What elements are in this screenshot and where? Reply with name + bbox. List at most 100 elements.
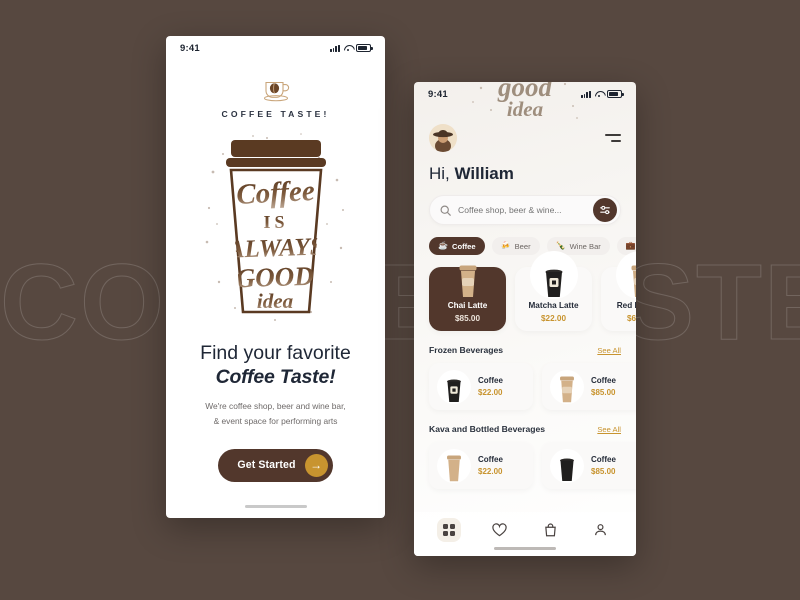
signal-icon bbox=[329, 44, 340, 52]
phone-home-screen: good idea 9:41 Hi, William Coffee shop, … bbox=[414, 82, 636, 556]
product-name: Coffee bbox=[591, 455, 616, 464]
black-cup-icon bbox=[560, 458, 574, 481]
search-icon bbox=[440, 205, 451, 216]
black-cup-image bbox=[437, 369, 471, 404]
list-item[interactable]: Coffee $85.00 bbox=[542, 442, 636, 489]
battery-icon bbox=[607, 90, 624, 98]
product-name: Coffee bbox=[591, 376, 616, 385]
product-price: $85.00 bbox=[591, 467, 616, 476]
svg-text:ALWAYS: ALWAYS bbox=[225, 233, 324, 263]
tab-profile[interactable] bbox=[589, 518, 613, 542]
chip-label: Beer bbox=[514, 241, 531, 251]
greeting: Hi, William bbox=[429, 164, 621, 184]
avatar[interactable] bbox=[429, 124, 457, 152]
chip-beer[interactable]: 🍻 Beer bbox=[491, 237, 540, 255]
product-name: Coffee bbox=[478, 376, 503, 385]
filter-button[interactable] bbox=[593, 198, 617, 222]
greeting-prefix: Hi, bbox=[429, 164, 455, 183]
user-avatar-icon bbox=[429, 124, 457, 152]
search-bar[interactable] bbox=[429, 195, 621, 225]
hero-illustration: Coffee IS ALWAYS GOOD idea bbox=[166, 129, 385, 325]
product-card-chai-latte[interactable]: Chai Latte $85.00 bbox=[429, 265, 506, 331]
hamburger-menu-icon[interactable] bbox=[605, 134, 621, 142]
onboarding-copy: Find your favorite Coffee Taste! We're c… bbox=[166, 341, 385, 429]
headline-bold: Coffee Taste! bbox=[215, 366, 336, 389]
list-item[interactable]: Coffee $85.00 bbox=[542, 363, 636, 410]
greeting-name: William bbox=[454, 164, 514, 183]
frozen-beverages-list: Coffee $22.00 Coffee $85.00 bbox=[429, 363, 636, 410]
kraft-cup-icon bbox=[560, 376, 574, 402]
kraft-cup-image bbox=[437, 448, 471, 483]
signal-icon bbox=[580, 90, 591, 98]
product-price: $22.00 bbox=[478, 467, 503, 476]
section-title: Kava and Bottled Beverages bbox=[429, 424, 546, 434]
wine-bottle-icon: 🍾 bbox=[555, 241, 566, 250]
briefcase-icon: 💼 bbox=[625, 241, 636, 250]
product-price: $60.00 bbox=[626, 314, 636, 323]
battery-icon bbox=[356, 44, 373, 52]
black-cup-image bbox=[550, 448, 584, 483]
wifi-icon bbox=[344, 45, 353, 52]
kava-bottled-beverages-list: Coffee $22.00 Coffee $85.00 bbox=[429, 442, 636, 489]
list-item[interactable]: Coffee $22.00 bbox=[429, 442, 533, 489]
chip-label: Wine Bar bbox=[569, 241, 601, 251]
black-cup-icon bbox=[545, 269, 562, 297]
svg-text:IS: IS bbox=[263, 212, 288, 232]
kraft-cup-image bbox=[550, 369, 584, 404]
red-eye-coffee-cup-image bbox=[615, 251, 636, 299]
tab-home[interactable] bbox=[437, 518, 462, 542]
tab-bag[interactable] bbox=[538, 518, 562, 542]
product-price: $85.00 bbox=[591, 388, 616, 397]
bag-icon bbox=[544, 523, 556, 537]
get-started-button[interactable]: Get Started → bbox=[218, 448, 333, 482]
section-header-kava-bottled-beverages: Kava and Bottled Beverages See All bbox=[429, 424, 621, 434]
status-time: 9:41 bbox=[428, 88, 448, 100]
svg-text:idea: idea bbox=[256, 289, 292, 313]
get-started-label: Get Started bbox=[237, 459, 296, 472]
status-bar: 9:41 bbox=[414, 82, 636, 106]
chai-latte-cup-image bbox=[444, 251, 492, 299]
svg-text:Coffee: Coffee bbox=[235, 175, 315, 211]
status-bar: 9:41 bbox=[166, 36, 385, 60]
heart-icon bbox=[492, 523, 507, 537]
home-indicator bbox=[244, 504, 307, 508]
see-all-link[interactable]: See All bbox=[597, 425, 621, 434]
section-header-frozen-beverages: Frozen Beverages See All bbox=[429, 345, 621, 355]
coffee-cup-icon: ☕ bbox=[438, 241, 448, 250]
coffee-cup-logo-icon bbox=[263, 81, 289, 102]
product-price: $22.00 bbox=[540, 314, 567, 323]
product-price: $22.00 bbox=[478, 388, 503, 397]
product-card-matcha-latte[interactable]: Matcha Latte $22.00 bbox=[515, 251, 592, 331]
product-name: Chai Latte bbox=[447, 301, 488, 310]
section-title: Frozen Beverages bbox=[429, 345, 504, 355]
featured-product-list: Chai Latte $85.00 Matcha Latte $22.00 Re… bbox=[429, 251, 636, 331]
subtitle-line-2: & event space for performing arts bbox=[213, 416, 338, 427]
brand-block: COFFEE TASTE! bbox=[166, 76, 385, 119]
beer-mugs-icon: 🍻 bbox=[500, 241, 511, 250]
status-time: 9:41 bbox=[180, 42, 200, 54]
filter-sliders-icon bbox=[600, 205, 610, 215]
product-name: Coffee bbox=[478, 455, 503, 464]
product-price: $85.00 bbox=[454, 314, 481, 323]
search-input[interactable] bbox=[458, 205, 586, 215]
product-name: Red Eye Co bbox=[616, 301, 636, 310]
person-icon bbox=[595, 524, 607, 536]
arrow-right-icon: → bbox=[304, 453, 328, 477]
see-all-link[interactable]: See All bbox=[597, 346, 621, 355]
chip-label: Coffee bbox=[451, 241, 476, 251]
brand-name: COFFEE TASTE! bbox=[221, 109, 330, 119]
wifi-icon bbox=[595, 91, 604, 98]
headline-light: Find your favorite bbox=[200, 342, 351, 364]
kraft-cup-icon bbox=[631, 265, 636, 297]
phone-onboarding-screen: 9:41 COFFEE TASTE! Coffee IS ALWAYS GOOD… bbox=[166, 36, 385, 518]
tab-favorites[interactable] bbox=[488, 518, 512, 542]
list-item[interactable]: Coffee $22.00 bbox=[429, 363, 533, 410]
home-indicator bbox=[494, 546, 556, 550]
product-name: Matcha Latte bbox=[528, 301, 579, 310]
background-watermark: COFFEE TASTE! bbox=[0, 241, 800, 362]
subtitle-line-1: We're coffee shop, beer and wine bar, bbox=[205, 401, 346, 412]
coffee-cup-lettering-illustration: Coffee IS ALWAYS GOOD idea bbox=[205, 133, 344, 321]
product-card-red-eye-coffee[interactable]: Red Eye Co $60.00 bbox=[601, 251, 636, 331]
matcha-latte-cup-image bbox=[529, 251, 578, 299]
kraft-cup-icon bbox=[447, 455, 461, 481]
